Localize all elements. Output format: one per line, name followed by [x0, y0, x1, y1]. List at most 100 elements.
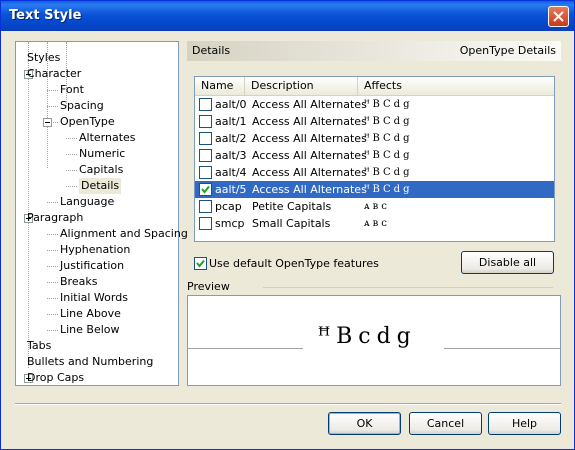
- baseline-right: [444, 348, 560, 349]
- preview-sample: ꟸBcdg: [318, 324, 417, 349]
- preview-group-line: [263, 287, 553, 288]
- tree-item[interactable]: Breaks: [60, 274, 97, 290]
- feature-checkbox[interactable]: [199, 166, 212, 179]
- tree-connector: [66, 154, 77, 155]
- tree-item[interactable]: OpenType: [60, 114, 115, 130]
- tree-item[interactable]: Initial Words: [60, 290, 128, 306]
- separator: [15, 403, 561, 405]
- tree-item[interactable]: Spacing: [60, 98, 104, 114]
- tree-item[interactable]: Details: [79, 178, 122, 194]
- tree-item[interactable]: Paragraph: [27, 210, 83, 226]
- feature-affects: ꟸBCdg: [364, 167, 413, 178]
- feature-affects: ᴀʙᴄ: [364, 201, 390, 212]
- tree-connector: [47, 314, 58, 315]
- feature-description: Access All Alternates: [252, 132, 367, 145]
- feature-name: aalt/5: [215, 183, 247, 196]
- feature-description: Petite Capitals: [252, 200, 332, 213]
- tree-connector: [66, 186, 77, 187]
- feature-row[interactable]: aalt/2 Access All Alternates ꟸBCdg: [195, 130, 554, 147]
- help-button[interactable]: Help: [488, 412, 561, 435]
- features-list[interactable]: Name Description Affects aalt/0 Access Al…: [194, 76, 555, 242]
- cancel-button[interactable]: Cancel: [409, 412, 482, 435]
- feature-checkbox[interactable]: [199, 132, 212, 145]
- baseline-left: [188, 348, 303, 349]
- feature-affects: ꟸBCdg: [364, 116, 413, 127]
- tree-item[interactable]: Alignment and Spacing: [60, 226, 188, 242]
- tree-item[interactable]: Line Above: [60, 306, 121, 322]
- feature-row[interactable]: aalt/0 Access All Alternates ꟸBCdg: [195, 96, 554, 113]
- feature-row[interactable]: pcap Petite Capitals ᴀʙᴄ: [195, 198, 554, 215]
- feature-affects: ꟸBCdg: [364, 184, 413, 195]
- tree-connector: [47, 250, 58, 251]
- tree-item[interactable]: Tabs: [27, 338, 51, 354]
- close-button[interactable]: [548, 6, 569, 27]
- use-default-label[interactable]: Use default OpenType features: [209, 257, 379, 270]
- tree-item[interactable]: Character: [27, 66, 81, 82]
- tree-item[interactable]: Bullets and Numbering: [27, 354, 153, 370]
- feature-affects: ꟸBCdg: [364, 99, 413, 110]
- feature-name: pcap: [215, 200, 242, 213]
- feature-description: Access All Alternates: [252, 149, 367, 162]
- tree-item[interactable]: Numeric: [79, 146, 125, 162]
- tree-connector: [66, 170, 77, 171]
- window-title: Text Style: [9, 8, 82, 23]
- preview-area: ꟸBcdg: [187, 295, 561, 386]
- feature-checkbox[interactable]: [199, 200, 212, 213]
- feature-row[interactable]: aalt/5 Access All Alternates ꟸBCdg: [195, 181, 554, 198]
- feature-description: Access All Alternates: [252, 166, 367, 179]
- use-default-checkbox[interactable]: [194, 257, 207, 270]
- feature-row[interactable]: aalt/1 Access All Alternates ꟸBCdg: [195, 113, 554, 130]
- ok-button[interactable]: OK: [328, 412, 401, 435]
- tree-item[interactable]: Hyphenation: [60, 242, 130, 258]
- feature-name: aalt/4: [215, 166, 247, 179]
- feature-row[interactable]: smcp Small Capitals ᴀʙᴄ: [195, 215, 554, 232]
- feature-name: aalt/3: [215, 149, 247, 162]
- tree-item[interactable]: Capitals: [79, 162, 123, 178]
- feature-name: smcp: [215, 217, 245, 230]
- tree-connector: [47, 202, 58, 203]
- tree-item[interactable]: Language: [60, 194, 114, 210]
- feature-row[interactable]: aalt/4 Access All Alternates ꟸBCdg: [195, 164, 554, 181]
- close-icon: [553, 11, 564, 22]
- feature-description: Access All Alternates: [252, 115, 367, 128]
- tree-item[interactable]: Justification: [60, 258, 124, 274]
- column-name[interactable]: Name: [195, 77, 245, 95]
- feature-checkbox[interactable]: [199, 217, 212, 230]
- feature-checkbox[interactable]: [199, 149, 212, 162]
- tree-connector: [28, 42, 29, 368]
- tree-item[interactable]: Styles: [27, 50, 60, 66]
- feature-checkbox[interactable]: [199, 183, 212, 196]
- collapse-icon[interactable]: [43, 118, 52, 127]
- panel-header: Details OpenType Details: [187, 41, 561, 61]
- feature-name: aalt/1: [215, 115, 247, 128]
- column-affects[interactable]: Affects: [358, 77, 554, 95]
- tree-item[interactable]: Line Below: [60, 322, 120, 338]
- feature-description: Access All Alternates: [252, 98, 367, 111]
- tree-item[interactable]: Drop Caps: [27, 370, 84, 386]
- feature-description: Small Capitals: [252, 217, 331, 230]
- feature-affects: ꟸBCdg: [364, 133, 413, 144]
- tree-connector: [47, 90, 58, 91]
- tree-connector: [66, 138, 77, 139]
- feature-name: aalt/2: [215, 132, 247, 145]
- column-description[interactable]: Description: [245, 77, 358, 95]
- feature-affects: ꟸBCdg: [364, 150, 413, 161]
- tree-connector: [47, 330, 58, 331]
- tree-connector: [47, 282, 58, 283]
- category-tree[interactable]: Styles Character Font Spacing OpenType Altern…: [15, 41, 188, 386]
- tree-item[interactable]: Font: [60, 82, 84, 98]
- panel-title: Details: [192, 44, 231, 57]
- checkmark-icon: [196, 259, 205, 268]
- list-header: Name Description Affects: [195, 77, 554, 96]
- disable-all-button[interactable]: Disable all: [461, 251, 554, 274]
- feature-row[interactable]: aalt/3 Access All Alternates ꟸBCdg: [195, 147, 554, 164]
- title-bar: Text Style: [1, 1, 574, 31]
- tree-item[interactable]: Alternates: [79, 130, 136, 146]
- feature-checkbox[interactable]: [199, 115, 212, 128]
- tree-connector: [47, 106, 58, 107]
- feature-affects: ᴀʙᴄ: [364, 218, 390, 229]
- feature-checkbox[interactable]: [199, 98, 212, 111]
- tree-connector: [47, 298, 58, 299]
- panel-right-label: OpenType Details: [459, 44, 556, 57]
- feature-description: Access All Alternates: [252, 183, 367, 196]
